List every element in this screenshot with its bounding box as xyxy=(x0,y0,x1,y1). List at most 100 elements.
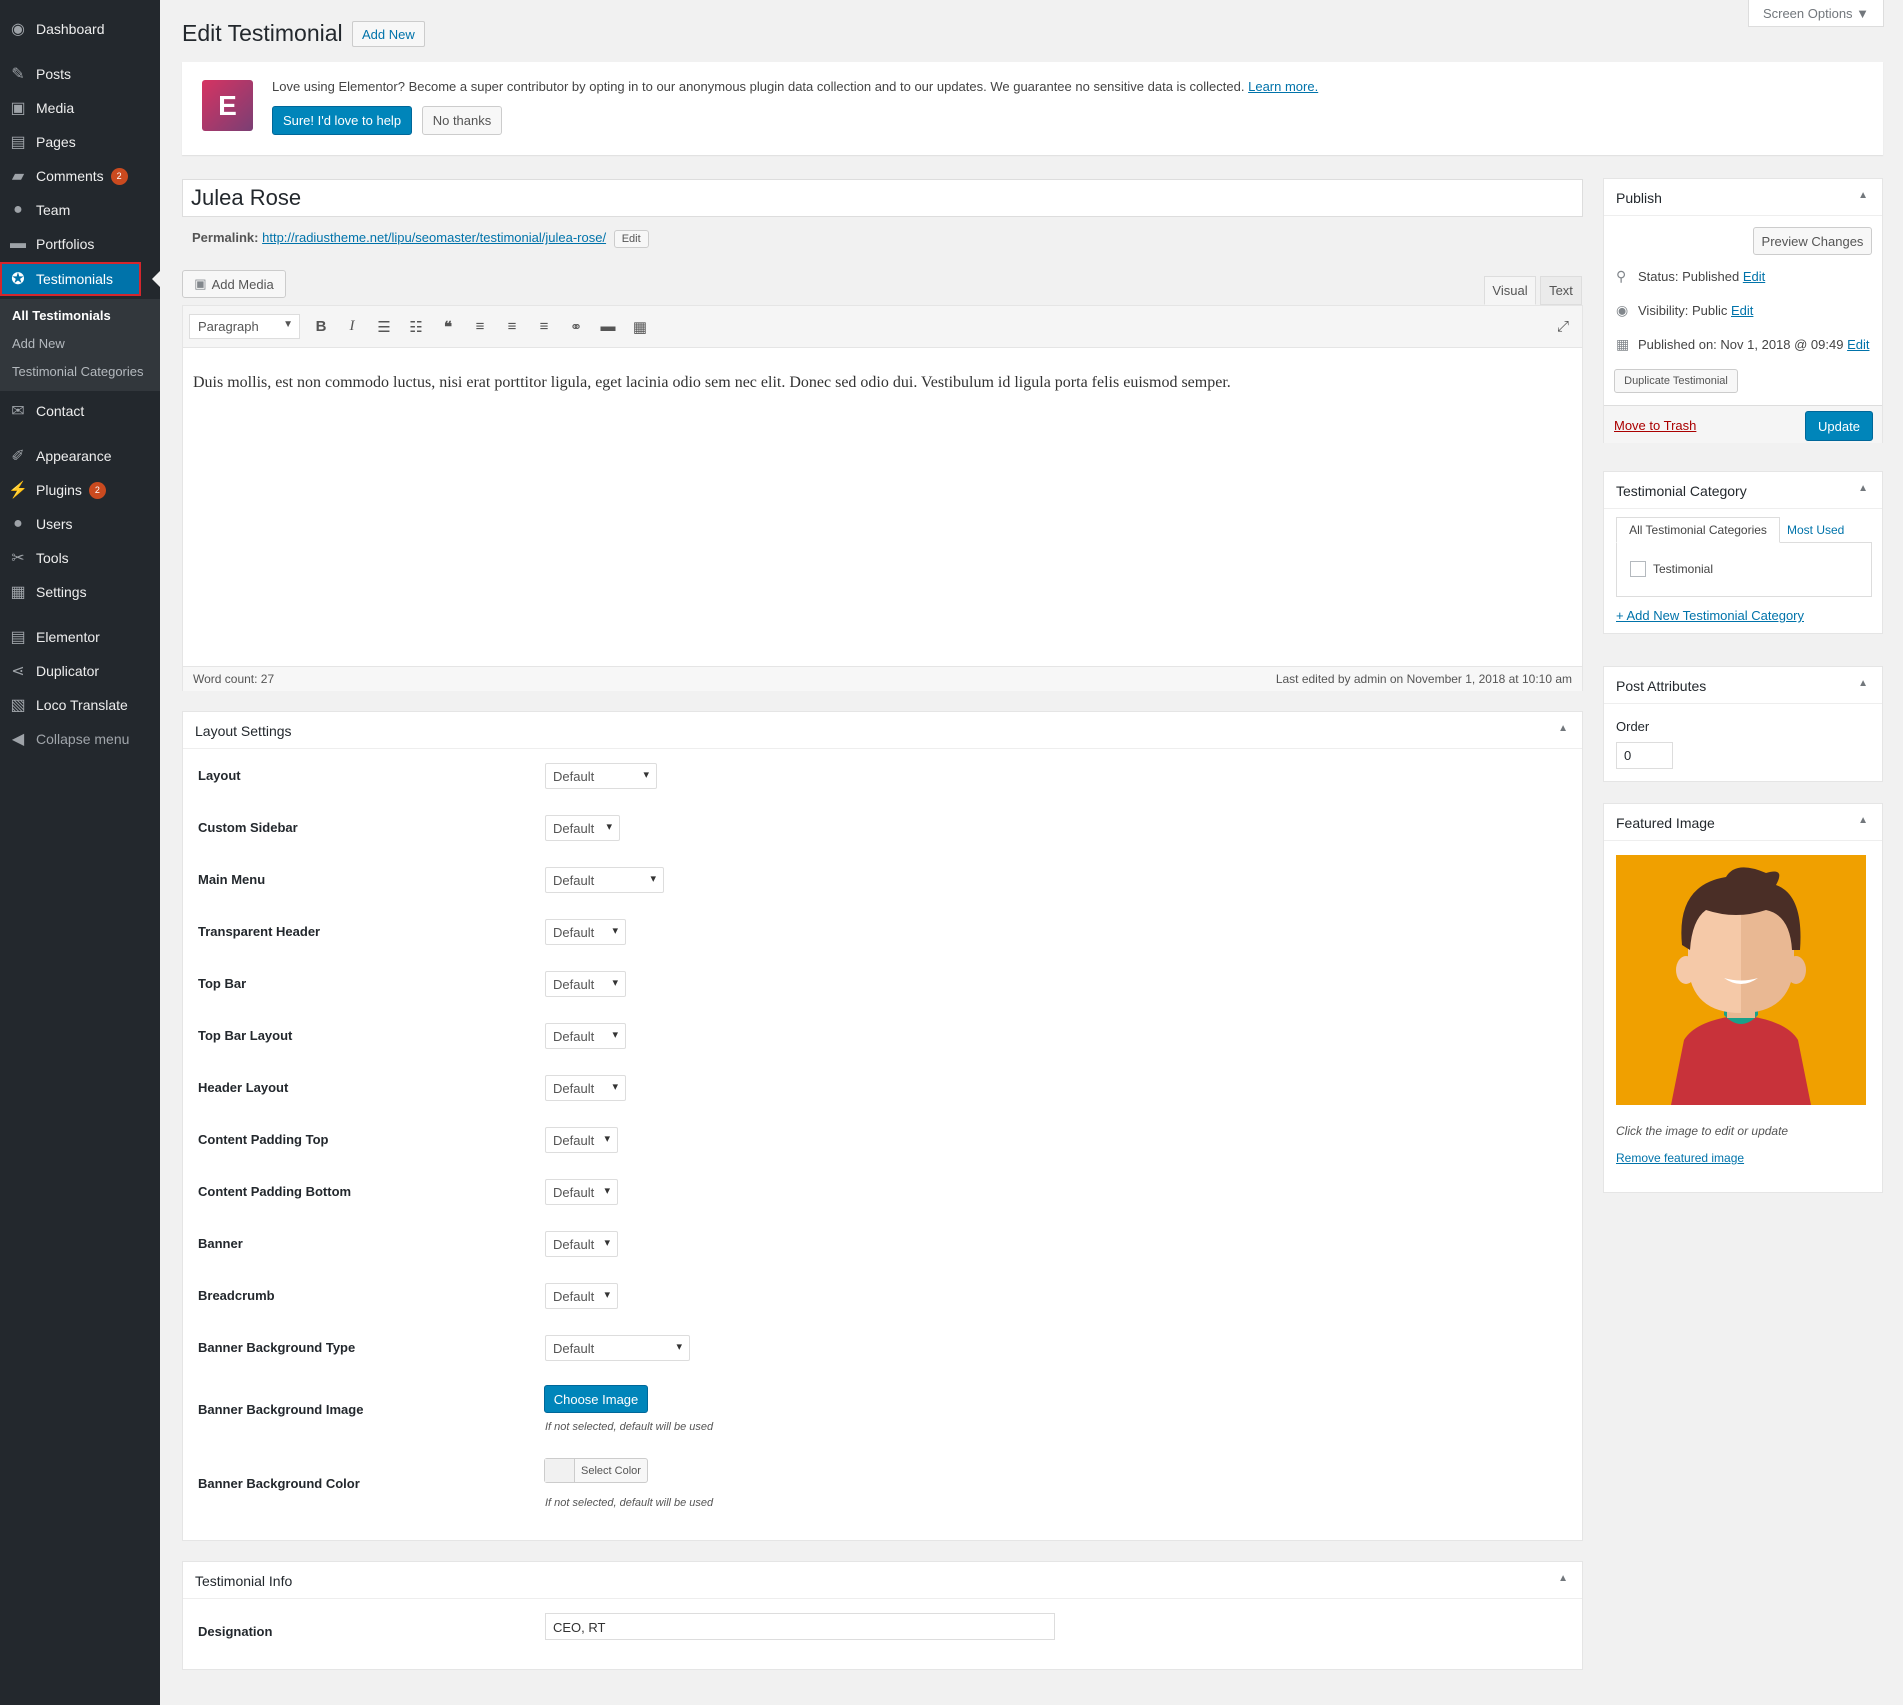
optin-no-button[interactable]: No thanks xyxy=(422,106,502,135)
custom-sidebar-select[interactable]: Default xyxy=(545,815,620,841)
designation-input[interactable]: CEO, RT xyxy=(545,1613,1055,1640)
bold-icon[interactable]: B xyxy=(311,318,331,335)
blockquote-icon[interactable]: ❝ xyxy=(438,318,458,336)
remove-featured-image-link[interactable]: Remove featured image xyxy=(1616,1151,1744,1165)
testimonials-submenu: All Testimonials Add New Testimonial Cat… xyxy=(0,299,160,391)
optin-yes-button[interactable]: Sure! I'd love to help xyxy=(272,106,412,135)
publish-date: Nov 1, 2018 @ 09:49 xyxy=(1720,337,1844,352)
pages-icon: ▤ xyxy=(10,134,26,151)
menu-pages[interactable]: ▤ Pages xyxy=(0,125,160,159)
collapse-arrow-icon[interactable]: ▲ xyxy=(1858,815,1868,826)
menu-settings[interactable]: ▦ Settings xyxy=(0,575,160,609)
pin-icon: ✎ xyxy=(11,66,25,83)
bullet-list-icon[interactable]: ☰ xyxy=(374,318,394,336)
menu-comments[interactable]: ▰ Comments 2 xyxy=(0,159,160,193)
tab-most-used[interactable]: Most Used xyxy=(1787,523,1844,537)
testimonial-category-header[interactable]: Testimonial Category ▲ xyxy=(1604,472,1882,509)
add-media-button[interactable]: ▣ Add Media xyxy=(182,270,286,298)
menu-team[interactable]: ● Team xyxy=(0,193,160,227)
order-input[interactable]: 0 xyxy=(1616,742,1673,769)
collapse-arrow-icon[interactable]: ▲ xyxy=(1558,1573,1568,1584)
notice-text: Love using Elementor? Become a super con… xyxy=(272,79,1245,94)
publish-header[interactable]: Publish ▲ xyxy=(1604,179,1882,216)
add-new-category-link[interactable]: + Add New Testimonial Category xyxy=(1616,608,1804,623)
color-swatch xyxy=(545,1459,575,1482)
menu-portfolios[interactable]: ▬ Portfolios xyxy=(0,227,160,261)
edit-status-link[interactable]: Edit xyxy=(1743,269,1765,284)
content-padding-top-select[interactable]: Default xyxy=(545,1127,618,1153)
toolbar-toggle-icon[interactable]: ▦ xyxy=(630,318,650,336)
top-bar-layout-select[interactable]: Default xyxy=(545,1023,626,1049)
menu-testimonials[interactable]: ✪ Testimonials xyxy=(0,262,160,296)
collapse-arrow-icon[interactable]: ▲ xyxy=(1858,483,1868,494)
post-status: Published xyxy=(1682,269,1740,284)
link-icon[interactable]: ⚭ xyxy=(566,318,586,336)
move-to-trash-link[interactable]: Move to Trash xyxy=(1614,418,1696,433)
brush-icon: ✐ xyxy=(11,448,25,465)
collapse-arrow-icon[interactable]: ▲ xyxy=(1858,190,1868,201)
banner-bg-type-label: Banner Background Type xyxy=(198,1340,356,1355)
menu-media[interactable]: ▣ Media xyxy=(0,91,160,125)
featured-image-header[interactable]: Featured Image ▲ xyxy=(1604,804,1882,841)
breadcrumb-select[interactable]: Default xyxy=(545,1283,618,1309)
edit-date-link[interactable]: Edit xyxy=(1847,337,1869,352)
italic-icon[interactable]: I xyxy=(342,318,362,335)
top-bar-select[interactable]: Default xyxy=(545,971,626,997)
learn-more-link[interactable]: Learn more. xyxy=(1248,79,1318,94)
duplicate-testimonial-button[interactable]: Duplicate Testimonial xyxy=(1614,369,1738,393)
preview-changes-button[interactable]: Preview Changes xyxy=(1753,227,1872,255)
read-more-icon[interactable]: ▬ xyxy=(598,318,618,335)
featured-image[interactable] xyxy=(1616,855,1866,1105)
menu-users[interactable]: ● Users xyxy=(0,507,160,541)
permalink-edit-button[interactable]: Edit xyxy=(613,230,649,248)
menu-plugins[interactable]: ⚡ Plugins 2 xyxy=(0,473,160,507)
menu-elementor[interactable]: ▤ Elementor xyxy=(0,620,160,654)
order-label: Order xyxy=(1616,719,1650,734)
eye-icon: ◉ xyxy=(1616,302,1629,318)
align-left-icon[interactable]: ≡ xyxy=(470,318,490,335)
align-right-icon[interactable]: ≡ xyxy=(534,318,554,335)
editor-content[interactable]: Duis mollis, est non commodo luctus, nis… xyxy=(193,374,1231,392)
testimonial-category-checkbox[interactable] xyxy=(1630,561,1646,577)
layout-settings-header[interactable]: Layout Settings ▲ xyxy=(183,712,1582,749)
submenu-all-testimonials[interactable]: All Testimonials xyxy=(12,308,111,323)
menu-contact[interactable]: ✉ Contact xyxy=(0,394,160,428)
numbered-list-icon[interactable]: ☷ xyxy=(406,318,426,336)
tab-visual[interactable]: Visual xyxy=(1484,276,1536,305)
edit-visibility-link[interactable]: Edit xyxy=(1731,303,1753,318)
align-center-icon[interactable]: ≡ xyxy=(502,318,522,335)
menu-duplicator[interactable]: ⋖ Duplicator xyxy=(0,654,160,688)
banner-select[interactable]: Default xyxy=(545,1231,618,1257)
collapse-arrow-icon[interactable]: ▲ xyxy=(1858,678,1868,689)
menu-loco-translate[interactable]: ▧ Loco Translate xyxy=(0,688,160,722)
screen-options-button[interactable]: Screen Options ▼ xyxy=(1748,0,1884,27)
main-menu-select[interactable]: Default xyxy=(545,867,664,893)
menu-tools[interactable]: ✂ Tools xyxy=(0,541,160,575)
menu-dashboard[interactable]: ◉ Dashboard xyxy=(0,12,160,46)
permalink-url[interactable]: http://radiustheme.net/lipu/seomaster/te… xyxy=(262,230,606,245)
menu-posts[interactable]: ✎ Posts xyxy=(0,57,160,91)
collapse-menu-button[interactable]: ◀ Collapse menu xyxy=(0,722,160,756)
choose-image-button[interactable]: Choose Image xyxy=(544,1385,648,1413)
post-title-input[interactable]: Julea Rose xyxy=(182,179,1583,217)
content-padding-bottom-select[interactable]: Default xyxy=(545,1179,618,1205)
permalink-label: Permalink: xyxy=(192,230,259,245)
collapse-icon: ◀ xyxy=(11,731,25,748)
testimonial-info-header[interactable]: Testimonial Info ▲ xyxy=(183,1562,1582,1599)
menu-appearance[interactable]: ✐ Appearance xyxy=(0,439,160,473)
tab-text[interactable]: Text xyxy=(1540,276,1582,305)
add-new-button[interactable]: Add New xyxy=(352,21,425,47)
collapse-arrow-icon[interactable]: ▲ xyxy=(1558,723,1568,734)
submenu-testimonial-categories[interactable]: Testimonial Categories xyxy=(12,364,144,379)
banner-bg-type-select[interactable]: Default xyxy=(545,1335,690,1361)
tab-all-categories[interactable]: All Testimonial Categories xyxy=(1616,517,1780,543)
submenu-add-new[interactable]: Add New xyxy=(12,336,65,351)
layout-select[interactable]: Default xyxy=(545,763,657,789)
format-select[interactable]: Paragraph ▼ xyxy=(189,314,300,339)
select-color-button[interactable]: Select Color xyxy=(544,1458,648,1483)
update-button[interactable]: Update xyxy=(1805,411,1873,441)
fullscreen-icon[interactable]: ⤢ xyxy=(1553,318,1573,335)
transparent-header-select[interactable]: Default xyxy=(545,919,626,945)
header-layout-select[interactable]: Default xyxy=(545,1075,626,1101)
post-attributes-header[interactable]: Post Attributes ▲ xyxy=(1604,667,1882,704)
